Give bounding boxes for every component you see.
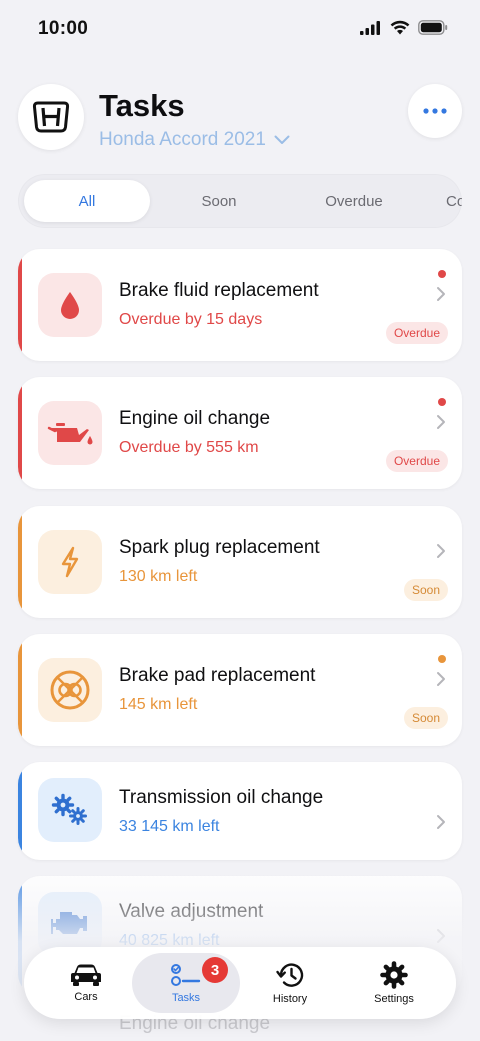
tab-completed[interactable]: Co — [424, 180, 462, 222]
task-title: Transmission oil change — [119, 787, 324, 808]
status-accent-bar — [18, 377, 22, 489]
chevron-right-icon — [437, 815, 445, 829]
task-icon-box — [38, 778, 102, 842]
tabbar-item-tasks[interactable]: Tasks 3 — [132, 953, 240, 1013]
car-icon — [71, 964, 101, 986]
tabbar-label: History — [272, 993, 308, 1005]
car-name: Honda Accord 2021 — [99, 129, 266, 150]
status-accent-bar — [18, 762, 22, 860]
engine-icon — [51, 912, 87, 934]
task-title: Engine oil change — [119, 408, 271, 429]
task-title: Valve adjustment — [119, 901, 264, 922]
task-card[interactable]: Engine oil change Overdue by 555 km Over… — [18, 377, 462, 489]
notification-badge: 3 — [202, 957, 228, 983]
status-icons — [360, 20, 448, 35]
tabbar-label: Settings — [374, 993, 414, 1005]
task-status: Overdue by 15 days — [119, 311, 263, 328]
task-icon-box — [38, 658, 102, 722]
more-button[interactable] — [408, 84, 462, 138]
task-status: 145 km left — [119, 696, 198, 713]
tabbar-label: Tasks — [171, 992, 201, 1004]
brake-pad-icon — [50, 670, 90, 710]
task-status: Overdue by 555 km — [119, 439, 259, 456]
chevron-right-icon — [437, 415, 445, 429]
status-accent-bar — [18, 634, 22, 746]
task-icon-box — [38, 401, 102, 465]
bottom-tab-bar: Cars Tasks 3 History Settings — [24, 947, 456, 1019]
history-icon — [276, 963, 304, 987]
status-badge: Overdue — [385, 322, 448, 344]
tab-overdue[interactable]: Overdue — [291, 180, 417, 222]
task-title: Brake fluid replacement — [119, 280, 319, 301]
status-badge: Overdue — [385, 450, 448, 472]
task-icon-box — [38, 530, 102, 594]
status-accent-bar — [18, 506, 22, 618]
status-dot — [438, 655, 446, 663]
drop-icon — [61, 292, 79, 319]
more-dots-icon — [423, 108, 447, 114]
task-card[interactable]: Spark plug replacement 130 km left Soon — [18, 506, 462, 618]
chevron-down-icon — [274, 135, 290, 144]
honda-logo-icon — [32, 101, 70, 133]
header: Tasks Honda Accord 2021 — [18, 84, 462, 164]
status-accent-bar — [18, 876, 22, 996]
task-card[interactable]: Brake fluid replacement Overdue by 15 da… — [18, 249, 462, 361]
tasks-icon — [171, 964, 201, 986]
wifi-icon — [390, 20, 410, 35]
battery-icon — [418, 20, 448, 35]
task-icon-box — [38, 273, 102, 337]
tab-soon[interactable]: Soon — [156, 180, 282, 222]
page-title: Tasks — [99, 88, 185, 123]
task-title: Spark plug replacement — [119, 537, 320, 558]
tab-all[interactable]: All — [24, 180, 150, 222]
task-card[interactable]: Transmission oil change 33 145 km left — [18, 762, 462, 860]
chevron-right-icon — [437, 929, 445, 943]
car-brand-logo[interactable] — [18, 84, 84, 150]
status-badge: Soon — [403, 707, 448, 729]
task-status: 130 km left — [119, 568, 198, 585]
cellular-signal-icon — [360, 20, 380, 35]
tabbar-item-history[interactable]: History — [236, 953, 344, 1013]
task-card[interactable]: Brake pad replacement 145 km left Soon — [18, 634, 462, 746]
task-status: 33 145 km left — [119, 818, 220, 835]
status-badge: Soon — [403, 579, 448, 601]
task-title: Brake pad replacement — [119, 665, 316, 686]
oil-can-icon — [47, 423, 93, 445]
status-accent-bar — [18, 249, 22, 361]
chevron-right-icon — [437, 544, 445, 558]
status-dot — [438, 270, 446, 278]
status-time: 10:00 — [38, 18, 89, 39]
car-selector[interactable]: Honda Accord 2021 — [99, 129, 290, 151]
filter-tabs: All Soon Overdue Co — [18, 174, 462, 228]
chevron-right-icon — [437, 287, 445, 301]
lightning-icon — [61, 546, 79, 578]
chevron-right-icon — [437, 672, 445, 686]
status-dot — [438, 398, 446, 406]
tabbar-item-settings[interactable]: Settings — [340, 953, 448, 1013]
tabbar-label: Cars — [74, 991, 98, 1003]
gear-icon — [380, 961, 408, 989]
gears-icon — [51, 793, 87, 825]
tabbar-item-cars[interactable]: Cars — [32, 953, 140, 1013]
status-bar: 10:00 — [0, 0, 480, 58]
